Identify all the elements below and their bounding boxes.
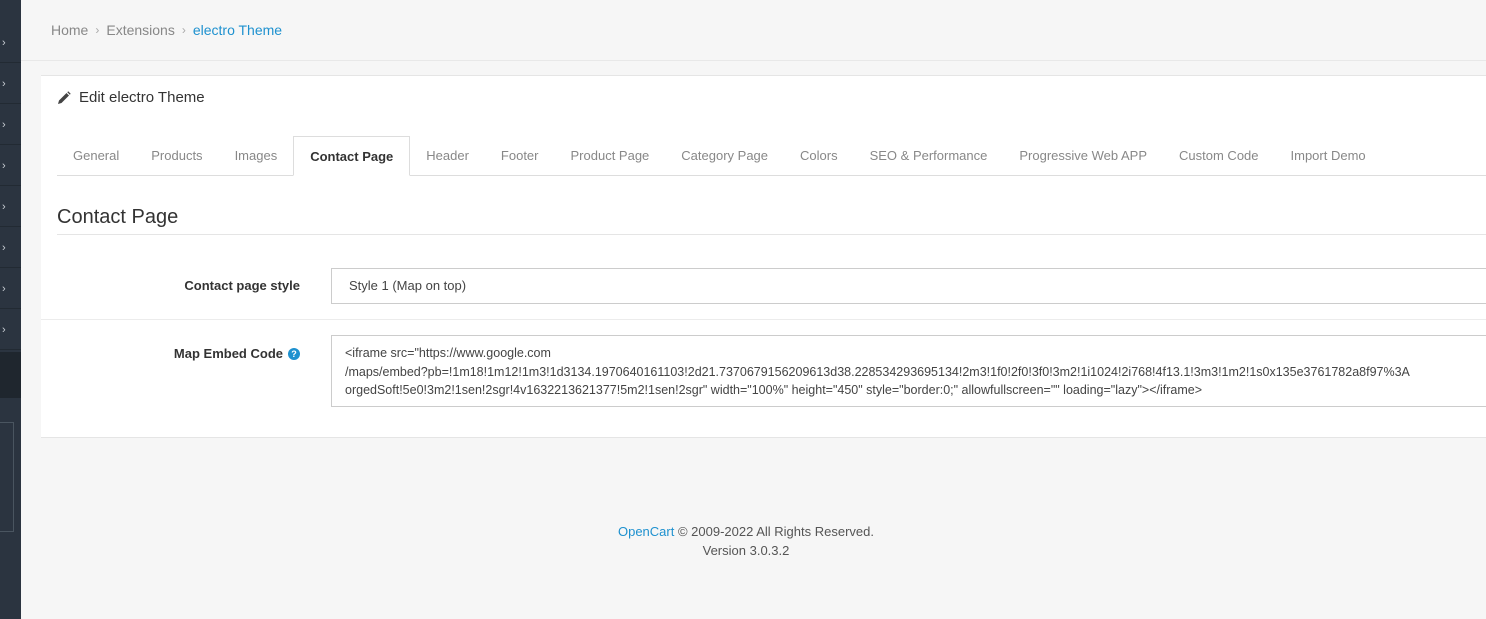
contact-style-label: Contact page style: [184, 278, 300, 293]
tab-header[interactable]: Header: [410, 136, 485, 176]
sidebar-item[interactable]: ›: [0, 310, 21, 350]
contact-style-select[interactable]: Style 1 (Map on top): [331, 268, 1486, 304]
section-title: Contact Page: [57, 206, 179, 228]
breadcrumb: Home › Extensions › electro Theme: [51, 22, 282, 38]
form-row-map-embed: Map Embed Code ? <iframe src="https://ww…: [41, 320, 1486, 439]
panel-title: Edit electro Theme: [79, 89, 205, 106]
tab-progressive-web-app[interactable]: Progressive Web APP: [1003, 136, 1163, 176]
breadcrumb-home[interactable]: Home: [51, 22, 88, 38]
chevron-right-icon: ›: [2, 37, 6, 49]
sidebar-item[interactable]: ›: [0, 228, 21, 268]
edit-panel: Edit electro Theme General Products Imag…: [41, 75, 1486, 438]
contact-style-label-text: Contact page style: [184, 278, 300, 293]
tab-seo-performance[interactable]: SEO & Performance: [854, 136, 1004, 176]
map-embed-label-text: Map Embed Code: [173, 346, 283, 361]
breadcrumb-separator: ›: [95, 23, 100, 37]
sidebar-item[interactable]: ›: [0, 64, 21, 104]
chevron-right-icon: ›: [2, 201, 6, 213]
sidebar-item[interactable]: ›: [0, 146, 21, 186]
breadcrumb-extensions[interactable]: Extensions: [106, 22, 174, 38]
tab-contact-page[interactable]: Contact Page: [293, 136, 411, 176]
tab-products[interactable]: Products: [135, 136, 218, 176]
help-icon[interactable]: ?: [288, 347, 300, 360]
map-embed-textarea[interactable]: <iframe src="https://www.google.com /map…: [331, 335, 1486, 407]
tab-general[interactable]: General: [57, 136, 135, 176]
tab-category-page[interactable]: Category Page: [665, 136, 784, 176]
opencart-link[interactable]: OpenCart: [618, 524, 674, 539]
chevron-right-icon: ›: [2, 242, 6, 254]
tab-custom-code[interactable]: Custom Code: [1163, 136, 1274, 176]
chevron-right-icon: ›: [2, 324, 6, 336]
sidebar-item[interactable]: ›: [0, 105, 21, 145]
sidebar-item[interactable]: ›: [0, 187, 21, 227]
map-embed-label: Map Embed Code ?: [174, 346, 300, 361]
footer: OpenCart © 2009-2022 All Rights Reserved…: [21, 522, 1471, 560]
tab-import-demo[interactable]: Import Demo: [1275, 136, 1382, 176]
tab-images[interactable]: Images: [219, 136, 294, 176]
sidebar-item[interactable]: ›: [0, 23, 21, 63]
tab-product-page[interactable]: Product Page: [555, 136, 666, 176]
tab-bar: General Products Images Contact Page Hea…: [57, 136, 1486, 176]
chevron-right-icon: ›: [2, 119, 6, 131]
form-row-contact-style: Contact page style Style 1 (Map on top): [41, 252, 1486, 320]
copyright-text: © 2009-2022 All Rights Reserved.: [674, 524, 874, 539]
tab-footer[interactable]: Footer: [485, 136, 555, 176]
breadcrumb-separator: ›: [181, 23, 186, 37]
breadcrumb-electro-theme[interactable]: electro Theme: [193, 22, 282, 38]
chevron-right-icon: ›: [2, 78, 6, 90]
footer-copyright-line: OpenCart © 2009-2022 All Rights Reserved…: [21, 522, 1471, 541]
tab-colors[interactable]: Colors: [784, 136, 854, 176]
panel-heading: Edit electro Theme: [57, 89, 205, 106]
section-divider: [57, 234, 1486, 235]
chevron-right-icon: ›: [2, 160, 6, 172]
sidebar-item[interactable]: ›: [0, 269, 21, 309]
sidebar-active-item[interactable]: [0, 352, 21, 398]
pencil-icon: [58, 90, 71, 104]
sidebar-submenu: [0, 422, 14, 532]
left-sidebar: › › › › › › › ›: [0, 0, 21, 619]
breadcrumb-bar: Home › Extensions › electro Theme: [21, 0, 1486, 61]
version-text: Version 3.0.3.2: [702, 543, 790, 558]
chevron-right-icon: ›: [2, 283, 6, 295]
